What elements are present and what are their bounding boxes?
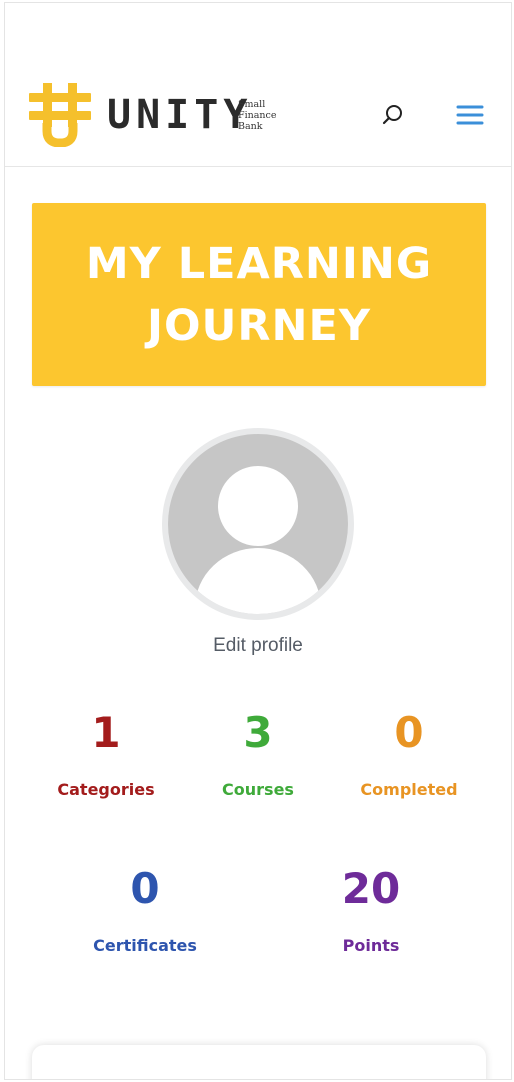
search-button[interactable] xyxy=(379,101,407,129)
brand-tagline-line: Bank xyxy=(238,121,263,132)
stat-value: 20 xyxy=(341,864,401,913)
brand-tagline-line: Small xyxy=(238,99,266,110)
stat-categories[interactable]: 1 Categories xyxy=(31,708,181,799)
stat-label: Points xyxy=(342,936,400,955)
search-icon xyxy=(382,105,402,125)
avatar-body-shape xyxy=(195,548,321,614)
stat-label: Categories xyxy=(57,780,155,799)
brand-tagline-line: Finance xyxy=(238,110,277,121)
avatar-head-shape xyxy=(218,466,298,546)
stat-points[interactable]: 20 Points xyxy=(296,864,446,955)
banner-title-line2: JOURNEY xyxy=(146,300,372,351)
stat-label: Courses xyxy=(222,780,294,799)
stat-courses[interactable]: 3 Courses xyxy=(183,708,333,799)
unity-logo[interactable]: UNITY Small Finance Bank xyxy=(29,83,299,147)
stat-value: 0 xyxy=(394,708,424,757)
unity-logo-mark-icon xyxy=(29,83,91,147)
menu-button[interactable] xyxy=(455,103,485,127)
stat-certificates[interactable]: 0 Certificates xyxy=(70,864,220,955)
app-frame: UNITY Small Finance Bank MY LEARNING JOU… xyxy=(4,2,512,1080)
brand-name: UNITY xyxy=(107,92,253,138)
hamburger-menu-icon xyxy=(456,105,484,125)
stat-label: Completed xyxy=(360,780,458,799)
brand-tagline: Small Finance Bank xyxy=(238,99,298,132)
content-card xyxy=(32,1045,486,1079)
learning-journey-banner: MY LEARNING JOURNEY xyxy=(32,203,486,386)
user-avatar-placeholder-icon xyxy=(168,434,348,614)
stat-completed[interactable]: 0 Completed xyxy=(334,708,484,799)
avatar[interactable] xyxy=(162,428,354,620)
site-header: UNITY Small Finance Bank xyxy=(5,61,511,167)
stat-value: 3 xyxy=(243,708,273,757)
banner-title-line1: MY LEARNING xyxy=(85,238,433,289)
stat-value: 1 xyxy=(91,708,121,757)
stat-label: Certificates xyxy=(93,936,197,955)
edit-profile-link[interactable]: Edit profile xyxy=(5,635,511,657)
stat-value: 0 xyxy=(130,864,160,913)
